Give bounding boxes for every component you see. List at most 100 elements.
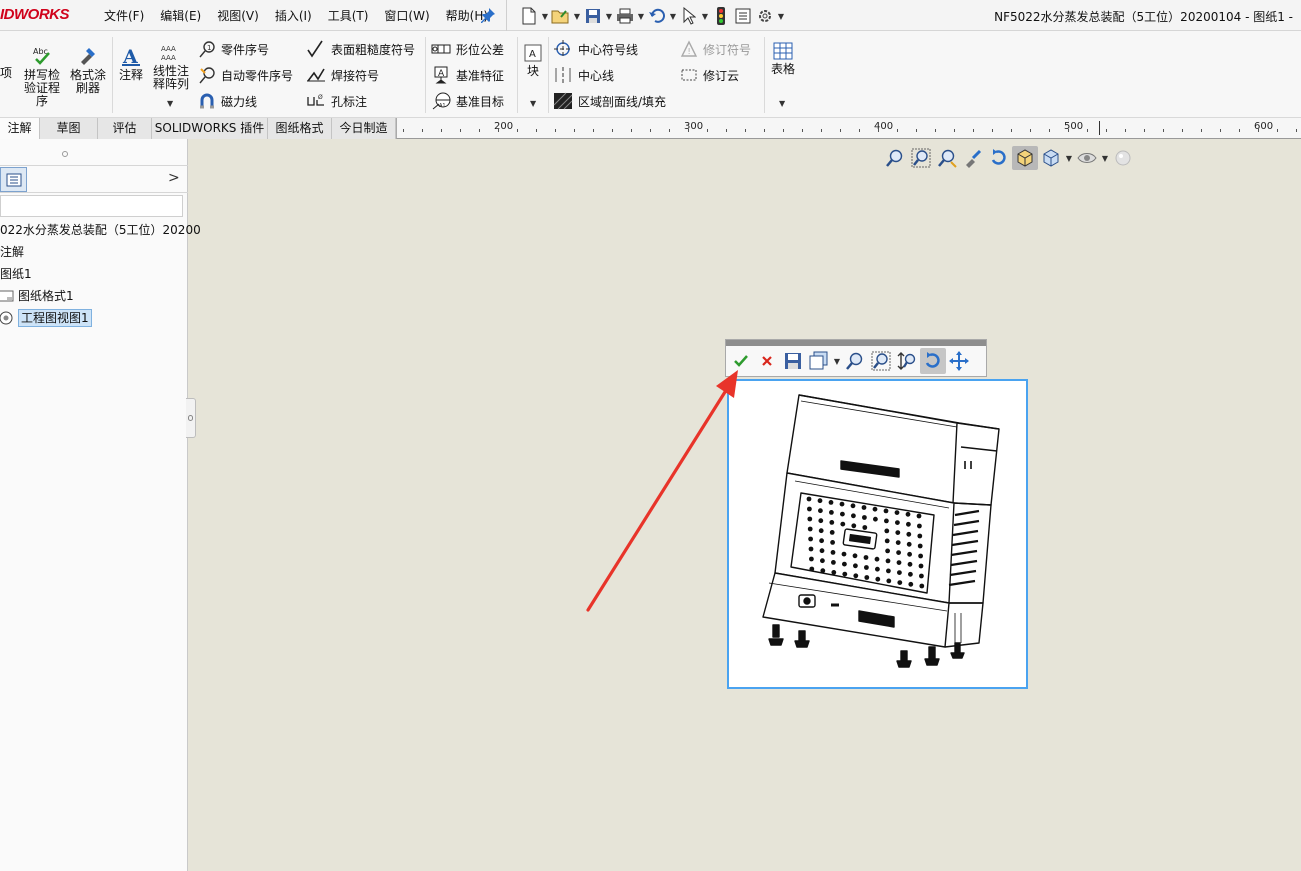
area-hatch-button[interactable]: 区域剖面线/填充 [553,91,666,111]
zoom-to-area-icon[interactable] [868,348,894,374]
rotate-icon[interactable] [986,146,1012,170]
table-button[interactable]: 表格 [768,41,798,76]
cancel-x-icon[interactable] [754,348,780,374]
undo-icon[interactable] [646,5,668,27]
centerline-button[interactable]: 中心线 [553,65,614,85]
geometric-tolerance-button[interactable]: 形位公差 [431,39,504,59]
tree-item-drawing-view[interactable]: 工程图视图1 [0,308,92,328]
display-style-icon[interactable] [1012,146,1038,170]
perforation-hole [808,546,814,552]
quick-access-toolbar: ▼ ▼ ▼ ▼ ▼ ▼ ▼ [518,4,786,28]
tab-sheet-format[interactable]: 图纸格式 [268,118,332,139]
balloon-button[interactable]: 1 零件序号 [198,39,269,59]
chevron-down-icon[interactable]: ▼ [776,12,786,21]
pin-icon[interactable] [480,7,496,23]
area-hatch-label: 区域剖面线/填充 [578,94,667,109]
panel-splitter[interactable] [186,398,196,438]
file-properties-icon[interactable] [732,5,754,27]
center-mark-button[interactable]: 中心符号线 [553,39,638,59]
linear-note-pattern-button[interactable]: AAA AAA 线性注 释阵列 [150,43,192,91]
menu-tools[interactable]: 工具(T) [320,7,377,24]
pan-icon[interactable] [960,146,986,170]
chevron-down-icon[interactable]: ▼ [1064,154,1074,163]
new-document-icon[interactable] [518,5,540,27]
perforation-hole [809,556,814,562]
options-button-partial[interactable]: 项 [0,67,14,80]
zoom-to-fit-icon[interactable] [842,348,868,374]
chevron-right-icon[interactable]: > [168,170,180,186]
open-folder-icon[interactable] [550,5,572,27]
tab-annotation[interactable]: 注解 [0,118,40,139]
chevron-down-icon[interactable]: ▼ [1100,154,1110,163]
datum-target-button[interactable]: A1 基准目标 [431,91,504,111]
tab-solidworks-addins[interactable]: SOLIDWORKS 插件 [152,118,268,139]
menu-edit[interactable]: 编辑(E) [152,7,209,24]
revision-cloud-button[interactable]: 修订云 [680,65,739,85]
chevron-down-icon[interactable]: ▼ [779,99,785,108]
pan-icon[interactable] [946,348,972,374]
zoom-in-out-icon[interactable] [894,348,920,374]
select-pointer-icon[interactable] [678,5,700,27]
chevron-down-icon[interactable]: ▼ [604,12,614,21]
ruler-label-200: 200 [494,121,514,132]
appearance-icon[interactable] [1110,146,1136,170]
zoom-selection-icon[interactable] [934,146,960,170]
format-painter-button[interactable]: 格式涂 刷器 [68,45,108,95]
chevron-down-icon[interactable]: ▼ [832,357,842,366]
chevron-down-icon[interactable]: ▼ [572,12,582,21]
menu-view[interactable]: 视图(V) [209,7,267,24]
tree-item-sheet[interactable]: 图纸1 [0,264,32,284]
chevron-down-icon[interactable]: ▼ [530,99,536,108]
panel-grip[interactable] [62,151,68,157]
surface-finish-button[interactable]: 表面粗糙度符号 [306,39,415,59]
menu-file[interactable]: 文件(F) [96,7,152,24]
weld-symbol-button[interactable]: 焊接符号 [306,65,379,85]
magnetic-line-button[interactable]: 磁力线 [198,91,257,111]
save-icon[interactable] [780,348,806,374]
tab-evaluate[interactable]: 评估 [98,118,152,139]
gear-icon[interactable] [754,5,776,27]
perforation-hole [884,538,890,544]
ruler-tick [498,129,499,132]
zoom-to-fit-icon[interactable] [882,146,908,170]
spell-check-button[interactable]: Abc 拼写检 验证程序 [22,45,62,108]
chevron-down-icon[interactable]: ▼ [167,99,173,108]
view-toolbar-icons: ▼ [728,348,972,374]
tree-filter-input[interactable] [0,195,183,217]
tab-today-manufacturing[interactable]: 今日制造 [332,118,396,139]
drawing-view-frame[interactable] [727,379,1028,689]
svg-text:A: A [122,46,138,67]
save-icon[interactable] [582,5,604,27]
view-orientation-icon[interactable] [1038,146,1064,170]
zoom-to-area-icon[interactable] [908,146,934,170]
revision-symbol-button[interactable]: ! 修订符号 [680,39,751,59]
view-orientation-icon[interactable] [806,348,832,374]
chevron-down-icon[interactable]: ▼ [668,12,678,21]
perforation-hole [807,516,813,522]
print-icon[interactable] [614,5,636,27]
tree-item-annotations[interactable]: 注解 [0,242,24,262]
hole-callout-button[interactable]: Ø 孔标注 [306,91,367,111]
menu-insert[interactable]: 插入(I) [267,7,320,24]
ruler-tick [441,129,442,132]
hide-show-icon[interactable] [1074,146,1100,170]
perforation-hole [831,560,836,565]
datum-feature-button[interactable]: A 基准特征 [431,65,504,85]
chevron-down-icon[interactable]: ▼ [636,12,646,21]
menu-window[interactable]: 窗口(W) [376,7,437,24]
tree-item-root[interactable]: 022水分蒸发总装配（5工位）20200 [0,220,201,240]
chevron-down-icon[interactable]: ▼ [540,12,550,21]
tab-sketch[interactable]: 草图 [40,118,98,139]
tree-item-sheet-format[interactable]: 图纸格式1 [0,286,74,306]
rotate-view-icon[interactable] [920,348,946,374]
feature-tree-tab[interactable] [0,167,27,192]
ruler-tick [726,129,727,132]
svg-text:!: ! [688,47,691,56]
solidworks-logo: IDWORKS [0,6,70,23]
rebuild-traffic-light-icon[interactable] [710,5,732,27]
magnetic-line-label: 磁力线 [221,94,258,109]
auto-balloon-button[interactable]: 自动零件序号 [198,65,293,85]
chevron-down-icon[interactable]: ▼ [700,12,710,21]
note-button[interactable]: A 注释 [116,45,146,82]
block-button[interactable]: A 块 [521,43,545,78]
